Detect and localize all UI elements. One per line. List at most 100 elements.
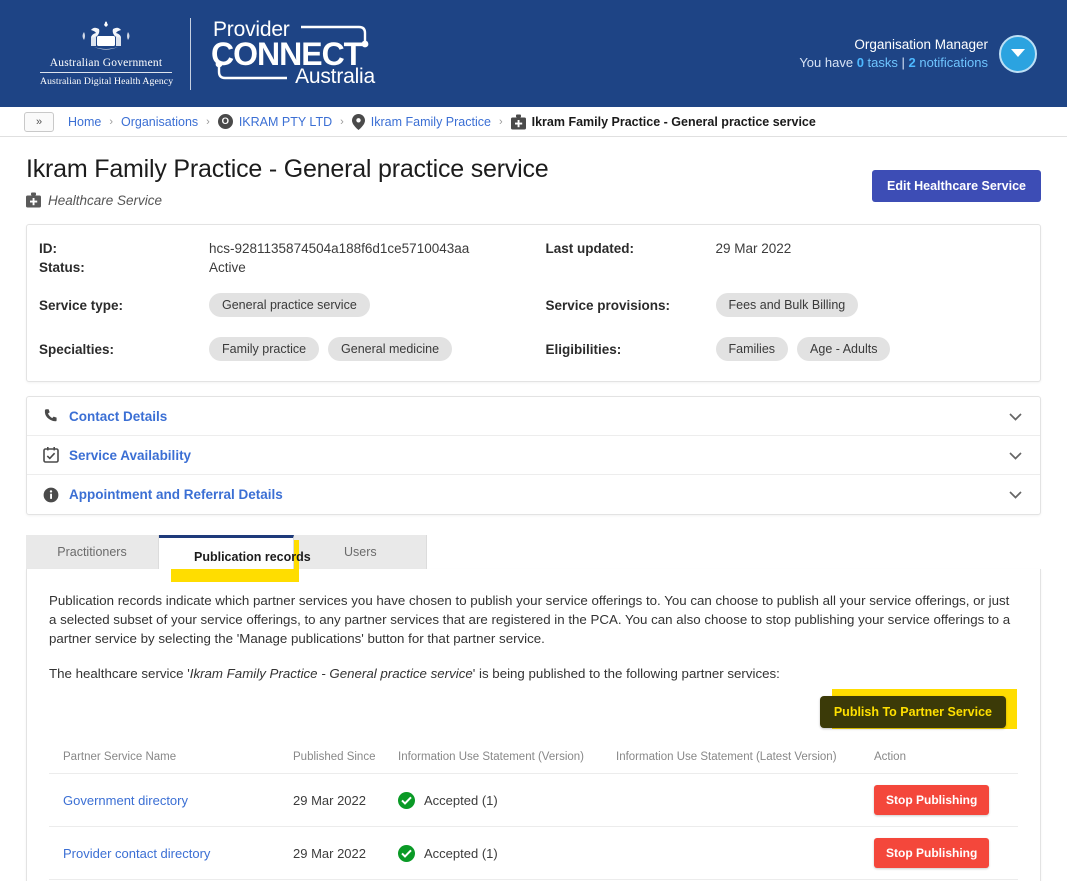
healthcare-service-icon [511, 114, 526, 130]
table-row: Provider contact directory 29 Mar 2022 A… [49, 827, 1018, 880]
edit-healthcare-service-button[interactable]: Edit Healthcare Service [872, 170, 1041, 202]
breadcrumb-separator: › [340, 116, 344, 128]
field-specialties: Specialties: Family practice General med… [39, 331, 534, 367]
field-service-provisions-label: Service provisions: [546, 298, 716, 313]
logo-word-australia: Australia [295, 65, 375, 89]
sentence-suffix: ' is being published to the following pa… [473, 666, 780, 681]
stop-publishing-button[interactable]: Stop Publishing [874, 838, 989, 868]
page-subtitle-label: Healthcare Service [48, 193, 162, 208]
provider-connect-australia-logo: Provider CONNECT Australia [209, 18, 377, 90]
content-tabs-section: Practitioners Publication records Users … [26, 535, 1041, 881]
table-header-row: Partner Service Name Published Since Inf… [49, 743, 1018, 774]
tab-practitioners[interactable]: Practitioners [26, 535, 159, 569]
breadcrumb-separator: › [109, 116, 113, 128]
pill: Age - Adults [797, 337, 890, 361]
accordion-label: Contact Details [69, 409, 167, 424]
cell-partner-service-name: Government directory [49, 774, 279, 827]
tasks-count: 0 [857, 55, 864, 70]
accordion-item-contact-details[interactable]: Contact Details [27, 397, 1040, 436]
ius-version-text: Accepted (1) [424, 846, 498, 861]
panel-service-sentence: The healthcare service 'Ikram Family Pra… [49, 666, 1018, 681]
breadcrumb-label: IKRAM PTY LTD [239, 115, 332, 129]
breadcrumb-item-home[interactable]: Home [68, 115, 101, 129]
publication-records-panel: Publication records indicate which partn… [26, 569, 1041, 881]
details-accordion: Contact Details Service Availability [26, 396, 1041, 515]
cell-published-since: 29 Mar 2022 [279, 827, 384, 880]
column-header-ius-latest-version: Information Use Statement (Latest Versio… [602, 743, 860, 774]
tasks-label[interactable]: tasks [864, 55, 898, 70]
partner-service-link[interactable]: Provider contact directory [63, 846, 210, 861]
phone-icon [43, 408, 69, 424]
ius-status: Accepted (1) [398, 845, 596, 862]
user-status-text: Organisation Manager You have 0 tasks | … [799, 36, 988, 72]
stop-publishing-button[interactable]: Stop Publishing [874, 785, 989, 815]
field-eligibilities-label: Eligibilities: [546, 342, 716, 357]
crest-line-1: Australian Government [40, 57, 172, 73]
field-service-provisions-pills: Fees and Bulk Billing [716, 293, 1041, 317]
pill: Fees and Bulk Billing [716, 293, 859, 317]
cell-ius-latest-version [602, 774, 860, 827]
partner-service-link[interactable]: Government directory [63, 793, 188, 808]
sentence-prefix: The healthcare service ' [49, 666, 190, 681]
accordion-item-appointment-referral-details[interactable]: Appointment and Referral Details [27, 475, 1040, 514]
pill: General practice service [209, 293, 370, 317]
cell-published-since: 29 Mar 2022 [279, 774, 384, 827]
breadcrumb-item-organisations[interactable]: Organisations [121, 115, 198, 129]
field-last-updated-label: Last updated: [546, 241, 716, 256]
publish-action-area: Publish To Partner Service [49, 687, 1018, 743]
field-id: ID: hcs-9281135874504a188f6d1ce5710043aa [39, 241, 534, 260]
field-id-value: hcs-9281135874504a188f6d1ce5710043aa [209, 241, 534, 256]
app-header: Australian Government Australian Digital… [0, 0, 1067, 107]
breadcrumb-separator: › [206, 116, 210, 128]
publish-to-partner-service-button[interactable]: Publish To Partner Service [820, 696, 1006, 728]
field-specialties-pills: Family practice General medicine [209, 337, 534, 361]
cell-partner-service-name: Provider contact directory [49, 827, 279, 880]
field-status: Status: Active [39, 260, 534, 279]
service-summary-grid: ID: hcs-9281135874504a188f6d1ce5710043aa… [27, 241, 1040, 367]
table-head: Partner Service Name Published Since Inf… [49, 743, 1018, 774]
cell-action: Stop Publishing [860, 827, 1018, 880]
sentence-service-name: Ikram Family Practice - General practice… [190, 666, 473, 681]
accordion-label: Service Availability [69, 448, 191, 463]
chevron-down-icon [1010, 48, 1026, 59]
field-eligibilities-pills: Families Age - Adults [716, 337, 1041, 361]
crest-line-2: Australian Digital Health Agency [40, 73, 172, 88]
column-header-action: Action [860, 743, 1018, 774]
field-status-value: Active [209, 260, 534, 275]
breadcrumb-item-ikram-pty-ltd[interactable]: O IKRAM PTY LTD [218, 114, 332, 129]
column-header-published-since: Published Since [279, 743, 384, 774]
table-row: Government directory 29 Mar 2022 Accepte… [49, 774, 1018, 827]
tab-users[interactable]: Users [294, 535, 427, 569]
field-spacer [546, 260, 1041, 279]
chevron-down-icon [1009, 449, 1022, 462]
user-role-label: Organisation Manager [799, 36, 988, 54]
breadcrumb-item-ikram-family-practice[interactable]: Ikram Family Practice [352, 114, 491, 130]
healthcare-service-icon [26, 192, 41, 208]
field-specialties-label: Specialties: [39, 342, 209, 357]
status-prefix: You have [799, 55, 856, 70]
ius-version-text: Accepted (1) [424, 793, 498, 808]
breadcrumb-separator: › [499, 116, 503, 128]
cell-ius-version: Accepted (1) [384, 774, 602, 827]
pill: Family practice [209, 337, 319, 361]
publication-records-table: Partner Service Name Published Since Inf… [49, 743, 1018, 881]
tab-publication-records[interactable]: Publication records [159, 535, 294, 569]
tab-list: Practitioners Publication records Users [26, 535, 1041, 569]
calendar-check-icon [43, 447, 69, 463]
field-id-label: ID: [39, 241, 209, 256]
check-circle-icon [398, 845, 415, 862]
breadcrumb: » Home › Organisations › O IKRAM PTY LTD… [0, 107, 1067, 137]
sidebar-expand-button[interactable]: » [24, 112, 54, 132]
accordion-item-service-availability[interactable]: Service Availability [27, 436, 1040, 475]
cell-action: Stop Publishing [860, 774, 1018, 827]
column-header-ius-version: Information Use Statement (Version) [384, 743, 602, 774]
location-pin-icon [352, 114, 365, 130]
field-last-updated-value: 29 Mar 2022 [716, 241, 1041, 256]
check-circle-icon [398, 792, 415, 809]
summary-right-column: Last updated: 29 Mar 2022 Service provis… [534, 241, 1041, 367]
chevron-down-icon [1009, 488, 1022, 501]
pill: General medicine [328, 337, 452, 361]
notifications-label[interactable]: notifications [916, 55, 988, 70]
user-menu-button[interactable] [999, 35, 1037, 73]
brand-lockup: Australian Government Australian Digital… [40, 18, 377, 90]
